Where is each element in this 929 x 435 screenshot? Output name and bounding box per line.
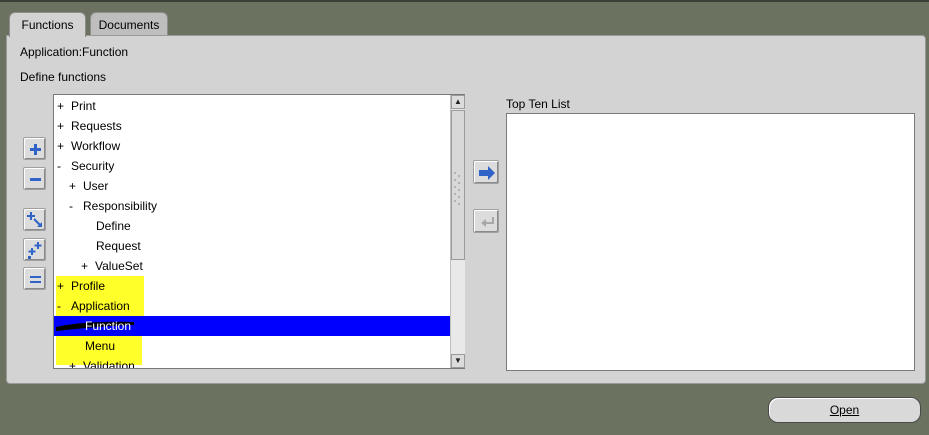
tree-expander[interactable]: + [81, 256, 95, 276]
tree-node-security[interactable]: - Security [57, 156, 114, 176]
tab-documents[interactable]: Documents [90, 12, 168, 36]
tree-node-label: Security [71, 159, 115, 173]
section-label: Define functions [20, 70, 107, 84]
tree-node-user[interactable]: + User [69, 176, 108, 196]
scroll-down-button[interactable]: ▼ [451, 354, 465, 368]
tree-node-menu[interactable]: Menu [85, 336, 115, 356]
minus-icon [30, 178, 41, 181]
tree-node-label: Requests [71, 119, 122, 133]
tree-expander[interactable]: - [57, 156, 71, 176]
tree-node-function-selected[interactable]: Function [54, 316, 450, 336]
tree-node-label: Request [96, 239, 141, 253]
chevron-down-icon: ▼ [454, 356, 462, 365]
tree-node-requests[interactable]: + Requests [57, 116, 122, 136]
tree-node-label: Menu [85, 339, 116, 353]
tree-node-application[interactable]: - Application [57, 296, 130, 316]
top-ten-list[interactable] [506, 113, 915, 371]
arrow-right-icon [479, 166, 495, 180]
function-tree[interactable]: + Print + Requests + Workflow - Security + Us… [53, 94, 465, 369]
tree-expander[interactable]: + [57, 276, 71, 296]
tree-expander[interactable]: + [57, 136, 71, 156]
remove-from-top-ten-button[interactable] [473, 209, 499, 233]
splitter-grip[interactable] [454, 172, 462, 208]
tree-node-label: Responsibility [83, 199, 158, 213]
tree-node-label: Validation [83, 359, 135, 369]
tree-node-request[interactable]: Request [82, 236, 141, 256]
expand-button[interactable] [23, 137, 46, 160]
tree-expander[interactable]: + [69, 176, 83, 196]
chevron-up-icon: ▲ [454, 97, 462, 106]
expand-all-icon [28, 242, 42, 259]
scroll-up-button[interactable]: ▲ [451, 95, 465, 109]
arrow-left-icon [481, 217, 494, 227]
tree-node-define[interactable]: Define [82, 216, 131, 236]
tree-node-label: Define [96, 219, 131, 233]
tree-node-valueset[interactable]: + ValueSet [81, 256, 143, 276]
tree-node-print[interactable]: + Print [57, 96, 96, 116]
tree-node-label: User [83, 179, 109, 193]
tree-node-label: Function [85, 319, 132, 333]
tree-expander[interactable]: - [69, 196, 83, 216]
tree-expander[interactable]: - [57, 296, 71, 316]
add-to-top-ten-button[interactable] [473, 160, 499, 184]
tree-node-label: Workflow [71, 139, 121, 153]
collapse-all-button[interactable] [23, 267, 46, 290]
collapse-all-icon [30, 276, 41, 283]
tree-node-label: Profile [71, 279, 106, 293]
top-ten-label: Top Ten List [506, 97, 570, 111]
open-button[interactable]: Open [768, 397, 921, 423]
expand-branch-icon [27, 212, 42, 227]
tree-node-label: Print [71, 99, 96, 113]
expand-branch-button[interactable] [23, 208, 46, 231]
expand-all-button[interactable] [23, 238, 46, 261]
tree-scrollbar[interactable]: ▲ ▼ [450, 95, 465, 368]
tree-node-profile[interactable]: + Profile [57, 276, 105, 296]
tree-node-label: ValueSet [95, 259, 143, 273]
tab-functions[interactable]: Functions [9, 12, 86, 37]
tree-expander[interactable]: + [57, 96, 71, 116]
plus-icon [30, 144, 41, 155]
page-title: Application:Function [20, 45, 129, 59]
tree-node-label: Application [71, 299, 130, 313]
tree-node-workflow[interactable]: + Workflow [57, 136, 120, 156]
collapse-button[interactable] [23, 167, 46, 190]
window-top-border [0, 0, 929, 2]
tree-expander[interactable]: + [69, 356, 83, 368]
tree-node-responsibility[interactable]: - Responsibility [69, 196, 157, 216]
tree-node-validation[interactable]: + Validation [69, 356, 135, 369]
tree-expander[interactable]: + [57, 116, 71, 136]
